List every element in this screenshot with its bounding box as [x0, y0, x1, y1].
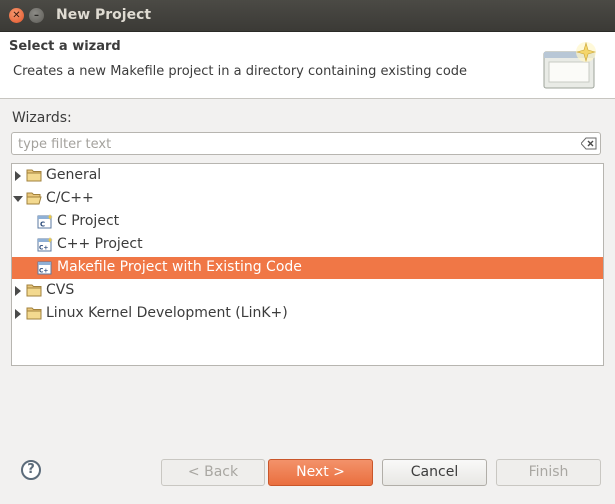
folder-icon [26, 284, 42, 297]
folder-open-icon [26, 192, 42, 205]
tree-item-general[interactable]: General [12, 165, 603, 187]
tree-item-c-project[interactable]: C C Project [12, 211, 603, 233]
tree-item-label: Linux Kernel Development (LinK+) [46, 305, 288, 321]
wizard-banner: Select a wizard Creates a new Makefile p… [0, 32, 615, 99]
tree-item-label: General [46, 167, 102, 183]
finish-button[interactable]: Finish [496, 459, 601, 486]
tree-item-label: Makefile Project with Existing Code [57, 259, 302, 275]
window-title: New Project [56, 7, 152, 23]
collapse-arrow-icon[interactable] [13, 196, 23, 202]
wizard-tree: General C/C++ C C Project C+ C++ Project… [11, 163, 604, 366]
clear-filter-icon[interactable] [581, 137, 597, 150]
close-window-button[interactable]: ✕ [9, 8, 24, 23]
banner-description: Creates a new Makefile project in a dire… [13, 64, 468, 79]
filter-field [11, 132, 601, 155]
new-wizard-icon [543, 41, 597, 89]
c-project-icon: C [37, 214, 53, 229]
banner-title: Select a wizard [9, 39, 121, 54]
filter-input[interactable] [16, 134, 580, 155]
expand-arrow-icon[interactable] [15, 171, 21, 181]
next-button[interactable]: Next > [268, 459, 373, 486]
help-button[interactable]: ? [21, 460, 41, 480]
tree-item-label: C++ Project [57, 236, 143, 252]
new-project-dialog: ✕ – New Project Select a wizard Creates … [0, 0, 615, 504]
folder-icon [26, 307, 42, 320]
tree-item-cvs[interactable]: CVS [12, 280, 603, 302]
svg-text:C+: C+ [39, 245, 48, 252]
expand-arrow-icon[interactable] [15, 309, 21, 319]
svg-text:C: C [40, 221, 45, 229]
expand-arrow-icon[interactable] [15, 286, 21, 296]
cpp-project-icon: C+ [37, 237, 53, 252]
minimize-window-button[interactable]: – [29, 8, 44, 23]
tree-item-makefile-project[interactable]: C+ Makefile Project with Existing Code [12, 257, 603, 279]
tree-item-linux-kernel[interactable]: Linux Kernel Development (LinK+) [12, 303, 603, 325]
cancel-button[interactable]: Cancel [382, 459, 487, 486]
folder-icon [26, 169, 42, 182]
svg-text:C+: C+ [39, 268, 48, 275]
tree-item-c-cpp[interactable]: C/C++ [12, 188, 603, 210]
tree-item-label: CVS [46, 282, 75, 298]
tree-item-cpp-project[interactable]: C+ C++ Project [12, 234, 603, 256]
wizards-label: Wizards: [12, 110, 72, 126]
back-button[interactable]: < Back [161, 459, 265, 486]
title-bar: ✕ – New Project [0, 0, 615, 32]
tree-item-label: C/C++ [46, 190, 94, 206]
tree-item-label: C Project [57, 213, 120, 229]
makefile-project-icon: C+ [37, 261, 52, 275]
